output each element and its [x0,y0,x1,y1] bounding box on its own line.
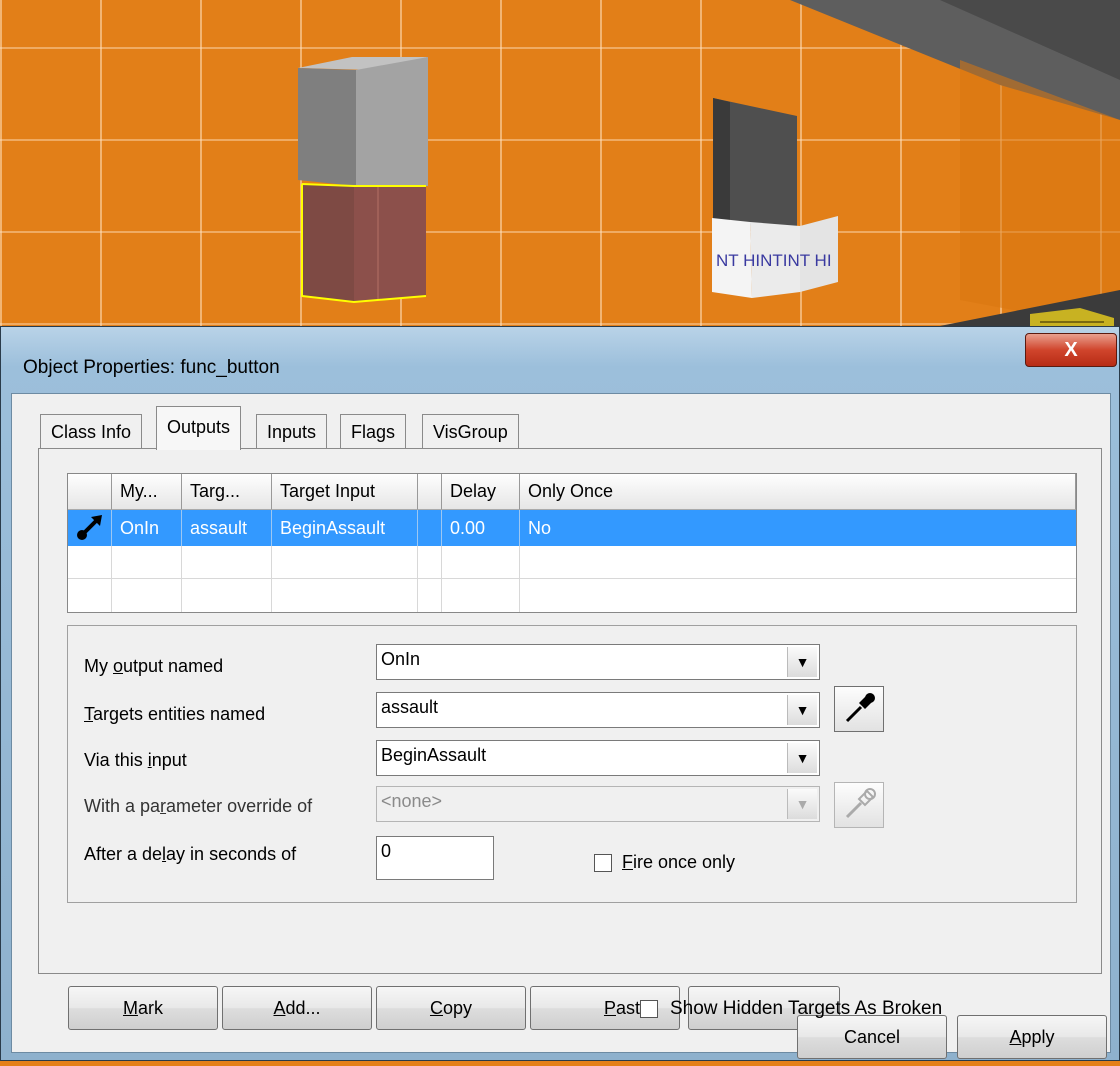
column-header-parameter[interactable] [418,474,442,510]
cell-parameter [418,510,442,546]
tab-label: Class Info [51,422,132,442]
title-bar[interactable]: Object Properties: func_button X [1,327,1120,393]
tab-label: VisGroup [433,422,508,442]
target-entity-combo[interactable]: assault ▼ [376,692,820,728]
tab-inputs[interactable]: Inputs [256,414,328,448]
label-targets-named: Targets entities named [84,704,266,724]
output-editor-group: My output named OnIn ▼ Targets entities … [67,625,1077,903]
cell-only-once: No [528,518,552,538]
output-connection-icon [68,510,112,546]
eyedropper-icon [845,693,875,723]
eyedropper-icon [845,788,876,819]
dialog-client-area: Class Info Outputs Inputs Flags VisGroup… [11,393,1111,1053]
label-output-named: My output named [84,656,224,676]
column-header-icon[interactable] [68,474,112,510]
show-hidden-checkbox[interactable] [640,1000,658,1018]
parameter-override-value: <none> [381,791,443,811]
column-header-target-input[interactable]: Target Input [272,474,418,510]
cancel-label: Cancel [843,1027,901,1047]
tab-label: Inputs [267,422,317,442]
close-button[interactable]: X [1025,333,1117,367]
tab-label: Outputs [167,417,231,437]
selected-brush[interactable] [302,184,354,302]
cell-delay: 0.00 [442,510,520,546]
add-button[interactable]: Add... [222,986,372,1030]
hint-text: NT HINTINT HI [716,251,832,270]
output-name-value: OnIn [381,649,421,669]
label-delay: After a delay in seconds of [84,844,297,864]
chevron-down-icon[interactable]: ▼ [787,743,817,773]
column-header-only-once[interactable]: Only Once [520,474,1076,510]
tab-visgroup[interactable]: VisGroup [422,414,519,448]
output-name-combo[interactable]: OnIn ▼ [376,644,820,680]
show-hidden-label[interactable]: Show Hidden Targets As Broken [670,998,942,1020]
column-header-my-output[interactable]: My... [112,474,182,510]
cell-target-input: BeginAssault [272,510,418,546]
label-parameter-override: With a parameter override of [84,796,313,816]
cell-target: assault [182,510,272,546]
tab-class-info[interactable]: Class Info [40,414,143,448]
chevron-down-icon[interactable]: ▼ [787,789,817,819]
column-header-target[interactable]: Targ... [182,474,272,510]
tab-label: Flags [351,422,396,442]
outputs-panel: My... Targ... Target Input Delay Only On… [38,448,1102,974]
target-input-combo[interactable]: BeginAssault ▼ [376,740,820,776]
eyedropper-button-disabled[interactable] [834,782,884,828]
close-icon: X [1064,339,1078,361]
column-header-delay[interactable]: Delay [442,474,520,510]
target-entity-value: assault [381,697,439,717]
fire-once-checkbox[interactable] [594,854,612,872]
target-input-value: BeginAssault [381,745,487,765]
apply-button[interactable]: Apply [957,1015,1107,1059]
fire-once-label[interactable]: Fire once only [622,852,735,873]
cancel-button[interactable]: Cancel [797,1015,947,1059]
object-properties-dialog: Object Properties: func_button X Class I… [0,326,1120,1061]
cell-my-output: OnIn [112,510,182,546]
parameter-override-combo[interactable]: <none> ▼ [376,786,820,822]
outputs-list[interactable]: My... Targ... Target Input Delay Only On… [67,473,1077,613]
tab-outputs[interactable]: Outputs [156,406,242,450]
tab-flags[interactable]: Flags [340,414,407,448]
viewport-scene: NT HINTINT HI [298,0,1120,332]
eyedropper-button[interactable] [834,686,884,732]
chevron-down-icon[interactable]: ▼ [787,647,817,677]
delay-field[interactable]: 0 [376,836,494,880]
window-title: Object Properties: func_button [23,357,280,378]
delay-value: 0 [381,841,392,861]
copy-button[interactable]: Copy [376,986,526,1030]
mark-button[interactable]: Mark [68,986,218,1030]
chevron-down-icon[interactable]: ▼ [787,695,817,725]
label-via-input: Via this input [84,750,187,770]
